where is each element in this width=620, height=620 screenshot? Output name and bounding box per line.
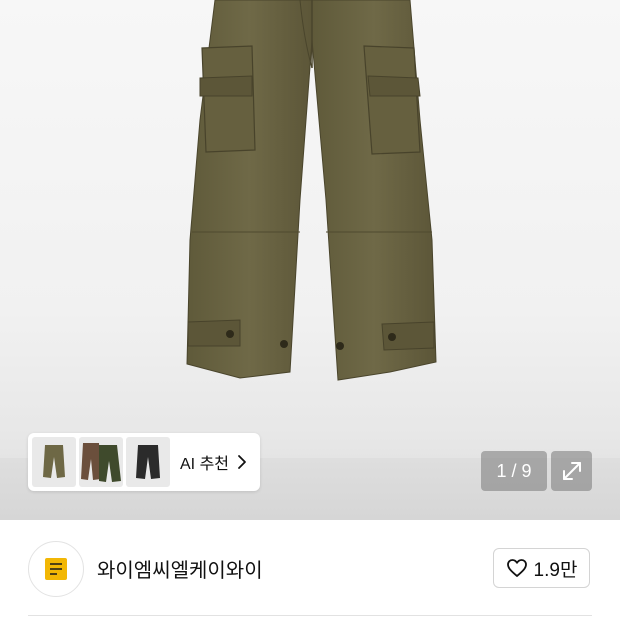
recommend-thumb-khaki[interactable] xyxy=(32,437,76,487)
image-pager: 1 / 9 xyxy=(481,451,547,491)
expand-button[interactable] xyxy=(551,451,592,491)
brand-name[interactable]: 와이엠씨엘케이와이 xyxy=(97,554,263,583)
ai-recommend-card[interactable]: AI 추천 xyxy=(28,433,260,491)
ai-recommend-label: AI 추천 xyxy=(180,456,230,473)
like-count: 1.9만 xyxy=(533,559,578,581)
recommend-thumb-black[interactable] xyxy=(126,437,170,487)
brand-logo[interactable] xyxy=(28,541,84,597)
recommend-thumb-brown-green[interactable] xyxy=(79,437,123,487)
section-divider xyxy=(28,615,592,616)
heart-outline-icon xyxy=(506,559,527,577)
like-button[interactable]: 1.9만 xyxy=(493,548,590,588)
brand-row: 와이엠씨엘케이와이 1.9만 xyxy=(0,520,620,616)
chevron-right-icon xyxy=(238,455,246,469)
expand-icon xyxy=(562,462,581,480)
brand-logo-mark xyxy=(45,558,67,580)
pager-text: 1 / 9 xyxy=(496,460,532,481)
product-image xyxy=(186,0,437,381)
